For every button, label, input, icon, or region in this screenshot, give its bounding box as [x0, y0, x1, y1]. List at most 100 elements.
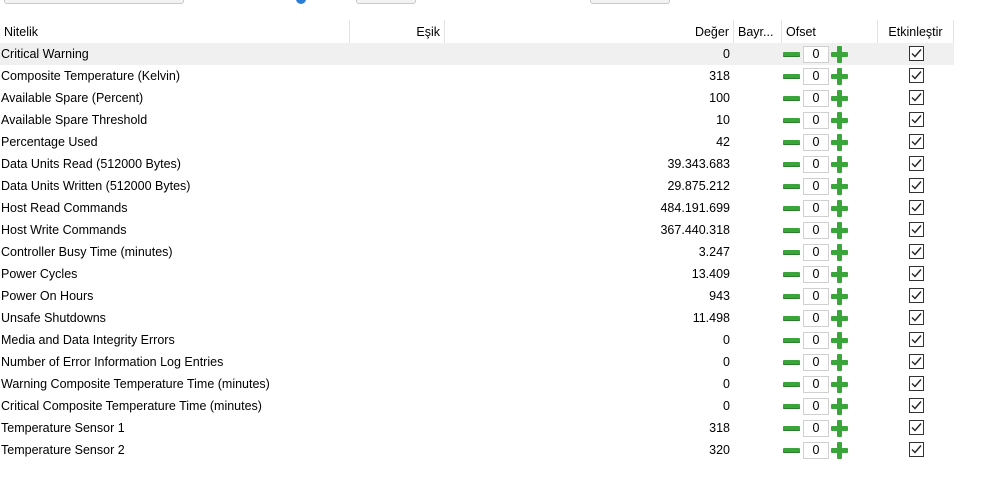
toolbar-button[interactable]	[356, 0, 416, 4]
minus-icon[interactable]	[783, 136, 800, 148]
table-row[interactable]: Host Write Commands 367.440.318 0	[0, 219, 999, 241]
table-row[interactable]: Temperature Sensor 2 320 0	[0, 439, 999, 461]
table-row[interactable]: Percentage Used 42 0	[0, 131, 999, 153]
column-header-enable[interactable]: Etkinleştir	[878, 20, 954, 44]
toolbar-button[interactable]	[4, 0, 184, 4]
plus-icon[interactable]	[831, 266, 848, 283]
enable-checkbox[interactable]	[909, 420, 924, 435]
offset-input[interactable]: 0	[803, 112, 829, 129]
minus-icon[interactable]	[783, 202, 800, 214]
plus-icon[interactable]	[831, 178, 848, 195]
offset-input[interactable]: 0	[803, 200, 829, 217]
table-row[interactable]: Controller Busy Time (minutes) 3.247 0	[0, 241, 999, 263]
plus-icon[interactable]	[831, 244, 848, 261]
offset-input[interactable]: 0	[803, 90, 829, 107]
table-row[interactable]: Available Spare (Percent) 100 0	[0, 87, 999, 109]
enable-checkbox[interactable]	[909, 442, 924, 457]
minus-icon[interactable]	[783, 180, 800, 192]
toolbar-button[interactable]	[590, 0, 670, 4]
offset-input[interactable]: 0	[803, 156, 829, 173]
column-header-value[interactable]: Değer	[445, 20, 734, 44]
offset-input[interactable]: 0	[803, 310, 829, 327]
plus-icon[interactable]	[831, 68, 848, 85]
minus-icon[interactable]	[783, 268, 800, 280]
offset-input[interactable]: 0	[803, 222, 829, 239]
enable-checkbox[interactable]	[909, 68, 924, 83]
plus-icon[interactable]	[831, 376, 848, 393]
enable-checkbox[interactable]	[909, 90, 924, 105]
minus-icon[interactable]	[783, 246, 800, 258]
offset-input[interactable]: 0	[803, 398, 829, 415]
plus-icon[interactable]	[831, 420, 848, 437]
offset-input[interactable]: 0	[803, 354, 829, 371]
offset-input[interactable]: 0	[803, 442, 829, 459]
enable-checkbox[interactable]	[909, 354, 924, 369]
minus-icon[interactable]	[783, 378, 800, 390]
offset-input[interactable]: 0	[803, 244, 829, 261]
table-row[interactable]: Critical Warning 0 0	[0, 43, 954, 65]
table-row[interactable]: Data Units Read (512000 Bytes) 39.343.683…	[0, 153, 999, 175]
plus-icon[interactable]	[831, 332, 848, 349]
minus-icon[interactable]	[783, 48, 800, 60]
plus-icon[interactable]	[831, 310, 848, 327]
enable-checkbox[interactable]	[909, 266, 924, 281]
offset-input[interactable]: 0	[803, 288, 829, 305]
enable-checkbox[interactable]	[909, 376, 924, 391]
plus-icon[interactable]	[831, 398, 848, 415]
table-row[interactable]: Data Units Written (512000 Bytes) 29.875.…	[0, 175, 999, 197]
enable-checkbox[interactable]	[909, 332, 924, 347]
offset-input[interactable]: 0	[803, 46, 829, 63]
minus-icon[interactable]	[783, 312, 800, 324]
minus-icon[interactable]	[783, 158, 800, 170]
minus-icon[interactable]	[783, 400, 800, 412]
enable-checkbox[interactable]	[909, 134, 924, 149]
minus-icon[interactable]	[783, 290, 800, 302]
table-row[interactable]: Media and Data Integrity Errors 0 0	[0, 329, 999, 351]
offset-input[interactable]: 0	[803, 68, 829, 85]
enable-checkbox[interactable]	[909, 398, 924, 413]
minus-icon[interactable]	[783, 356, 800, 368]
table-row[interactable]: Available Spare Threshold 10 0	[0, 109, 999, 131]
offset-input[interactable]: 0	[803, 420, 829, 437]
table-row[interactable]: Temperature Sensor 1 318 0	[0, 417, 999, 439]
column-header-name[interactable]: Nitelik	[0, 20, 350, 44]
offset-input[interactable]: 0	[803, 266, 829, 283]
plus-icon[interactable]	[831, 90, 848, 107]
plus-icon[interactable]	[831, 354, 848, 371]
enable-checkbox[interactable]	[909, 156, 924, 171]
plus-icon[interactable]	[831, 134, 848, 151]
enable-checkbox[interactable]	[909, 200, 924, 215]
table-row[interactable]: Warning Composite Temperature Time (minu…	[0, 373, 999, 395]
plus-icon[interactable]	[831, 46, 848, 63]
plus-icon[interactable]	[831, 200, 848, 217]
plus-icon[interactable]	[831, 112, 848, 129]
enable-checkbox[interactable]	[909, 310, 924, 325]
enable-checkbox[interactable]	[909, 244, 924, 259]
minus-icon[interactable]	[783, 444, 800, 456]
table-row[interactable]: Host Read Commands 484.191.699 0	[0, 197, 999, 219]
minus-icon[interactable]	[783, 334, 800, 346]
plus-icon[interactable]	[831, 442, 848, 459]
minus-icon[interactable]	[783, 70, 800, 82]
offset-input[interactable]: 0	[803, 178, 829, 195]
minus-icon[interactable]	[783, 422, 800, 434]
minus-icon[interactable]	[783, 92, 800, 104]
offset-input[interactable]: 0	[803, 376, 829, 393]
plus-icon[interactable]	[831, 288, 848, 305]
table-row[interactable]: Power Cycles 13.409 0	[0, 263, 999, 285]
column-header-offset[interactable]: Ofset	[782, 20, 878, 44]
table-row[interactable]: Number of Error Information Log Entries 0…	[0, 351, 999, 373]
table-row[interactable]: Critical Composite Temperature Time (min…	[0, 395, 999, 417]
enable-checkbox[interactable]	[909, 178, 924, 193]
enable-checkbox[interactable]	[909, 222, 924, 237]
plus-icon[interactable]	[831, 222, 848, 239]
offset-input[interactable]: 0	[803, 134, 829, 151]
enable-checkbox[interactable]	[909, 46, 924, 61]
enable-checkbox[interactable]	[909, 288, 924, 303]
table-row[interactable]: Power On Hours 943 0	[0, 285, 999, 307]
minus-icon[interactable]	[783, 224, 800, 236]
column-header-threshold[interactable]: Eşik	[350, 20, 445, 44]
plus-icon[interactable]	[831, 156, 848, 173]
table-row[interactable]: Unsafe Shutdowns 11.498 0	[0, 307, 999, 329]
enable-checkbox[interactable]	[909, 112, 924, 127]
